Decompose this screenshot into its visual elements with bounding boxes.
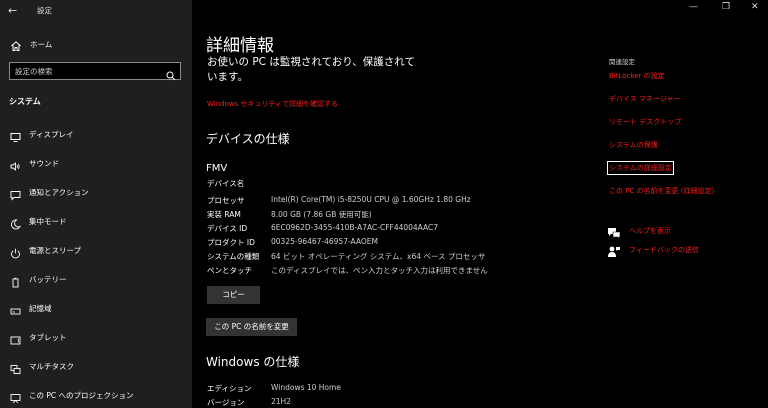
search-box[interactable] [9,62,181,81]
nav-home[interactable]: ホーム [0,34,192,54]
projection-icon [10,389,21,404]
sidebar-item-label: この PC へのプロジェクション [29,391,134,400]
rename-pc-advanced-link[interactable]: この PC の名前を変更 (詳細設定) [609,186,714,196]
back-arrow-icon[interactable]: ← [8,4,17,17]
settings-window: ← 設定 ホーム システム ディスプレイ サウンド [0,0,768,408]
advanced-system-settings-link[interactable]: システムの詳細設定 [607,161,674,175]
protection-status-text: お使いの PC は監視されており、保護されています。 [207,56,415,83]
feedback-person-icon [607,243,621,262]
battery-icon [10,273,21,288]
search-icon[interactable] [166,66,176,85]
related-settings-heading: 関連設定 [609,58,635,66]
spec-key: システムの種類 [207,252,260,261]
spec-key: プロダクト ID [207,238,255,247]
sidebar-item-label: 電源とスリープ [29,246,82,255]
sidebar-item-label: 集中モード [29,217,67,226]
system-protection-link[interactable]: システムの保護 [609,140,658,150]
sidebar-item-label: 通知とアクション [29,188,89,197]
bitlocker-settings-link[interactable]: BitLocker の設定 [609,71,665,81]
spec-key: エディション [207,384,252,393]
spec-value: 8.00 GB (7.86 GB 使用可能) [271,210,372,219]
rename-pc-button[interactable]: この PC の名前を変更 [206,318,297,336]
spec-value: 6EC0962D-3455-410B-A7AC-CFF44004AAC7 [271,223,439,232]
help-chat-icon [607,224,621,243]
sidebar-item-label: 記憶域 [29,304,52,313]
copy-button[interactable]: コピー [207,286,260,304]
remote-desktop-link[interactable]: リモート デスクトップ [609,117,681,127]
sound-icon [10,157,21,171]
spec-value: 21H2 [271,397,291,406]
windows-security-link[interactable]: Windows セキュリティで詳細を確認する [207,99,338,109]
app-title: 設定 [37,6,52,15]
home-icon [10,37,22,56]
storage-icon [10,302,21,315]
sidebar-item-sound[interactable]: サウンド [0,153,192,173]
power-icon [10,244,21,259]
sidebar-item-label: ディスプレイ [29,130,74,139]
sidebar: ← 設定 ホーム システム ディスプレイ サウンド [0,0,192,408]
device-spec-heading: デバイスの仕様 [206,132,290,146]
spec-key: バージョン [207,398,245,407]
sidebar-item-focus[interactable]: 集中モード [0,211,192,231]
focus-moon-icon [10,215,22,230]
device-manager-link[interactable]: デバイス マネージャー [609,94,681,104]
windows-spec-heading: Windows の仕様 [206,355,300,369]
get-help-label: ヘルプを表示 [629,227,671,235]
spec-value: Windows 10 Home [271,383,341,392]
sidebar-item-tablet[interactable]: タブレット [0,327,192,347]
sidebar-item-multitask[interactable]: マルチタスク [0,356,192,376]
sidebar-item-label: サウンド [29,159,59,168]
device-name-value: FMV [206,163,228,174]
maximize-icon[interactable]: ❐ [722,2,730,12]
spec-key: プロセッサ [207,196,245,205]
nav-home-label: ホーム [30,40,53,49]
sidebar-item-label: タブレット [29,333,67,342]
notification-icon [10,186,21,201]
sidebar-item-battery[interactable]: バッテリー [0,269,192,289]
sidebar-item-display[interactable]: ディスプレイ [0,124,192,144]
minimize-icon[interactable]: — [689,2,698,12]
send-feedback-label: フィードバックの送信 [629,246,699,254]
spec-key: 実装 RAM [207,210,241,219]
search-input[interactable] [10,63,165,79]
spec-key: ペンとタッチ [207,266,252,275]
sidebar-item-power[interactable]: 電源とスリープ [0,240,192,260]
spec-value: 64 ビット オペレーティング システム、x64 ベース プロセッサ [271,252,486,261]
page-title: 詳細情報 [206,36,274,56]
section-title: システム [9,97,41,106]
tablet-icon [10,331,21,345]
spec-key: デバイス ID [207,224,248,233]
sidebar-item-projection[interactable]: この PC へのプロジェクション [0,385,192,405]
sidebar-item-notifications[interactable]: 通知とアクション [0,182,192,202]
sidebar-item-label: マルチタスク [29,362,74,371]
multitask-icon [10,360,21,374]
spec-value: Intel(R) Core(TM) i5-8250U CPU @ 1.60GHz… [271,195,471,204]
spec-value: 00325-96467-46957-AAOEM [271,237,378,246]
sidebar-item-label: バッテリー [29,275,67,284]
close-icon[interactable]: ✕ [751,2,759,12]
sidebar-item-storage[interactable]: 記憶域 [0,298,192,318]
spec-value: このディスプレイでは、ペン入力とタッチ入力は利用できません [271,266,488,275]
device-name-label: デバイス名 [207,179,245,188]
display-icon [10,128,21,142]
